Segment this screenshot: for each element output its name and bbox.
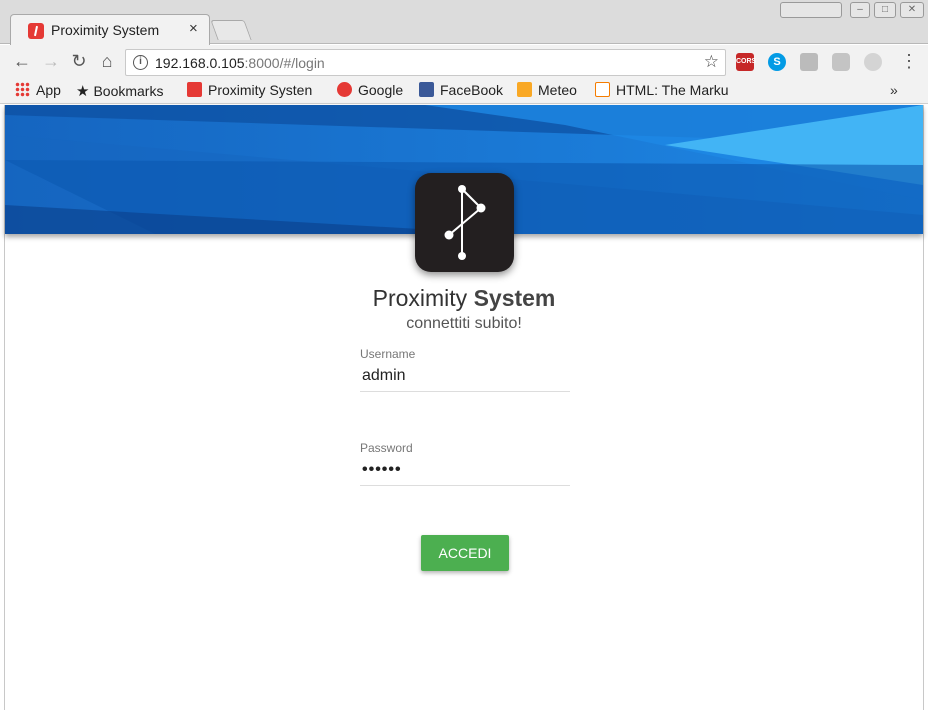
extension-circle-icon[interactable] bbox=[864, 53, 882, 71]
extension-icon[interactable] bbox=[800, 53, 818, 71]
cors-extension-icon[interactable]: CORS bbox=[736, 53, 756, 71]
user-profile-button[interactable] bbox=[780, 2, 842, 18]
back-arrow-icon[interactable]: ← bbox=[11, 51, 33, 72]
bookmarks-bar: App ★ Bookmarks Proximity Systen Google F… bbox=[0, 79, 928, 104]
bookmark-star-icon[interactable]: ☆ bbox=[704, 52, 719, 72]
maximize-button[interactable]: □ bbox=[874, 2, 896, 18]
login-submit-button[interactable]: ACCEDI bbox=[421, 535, 509, 571]
meteo-icon bbox=[517, 82, 532, 97]
app-title: Proximity System bbox=[372, 285, 556, 311]
url-text: 192.168.0.105:8000/#/login bbox=[155, 55, 325, 71]
password-field-group: Password •••••• bbox=[360, 441, 570, 486]
username-label: Username bbox=[360, 347, 416, 361]
proximity-favicon bbox=[187, 82, 202, 97]
bookmark-bookmarks[interactable]: ★ Bookmarks bbox=[76, 82, 163, 100]
password-label: Password bbox=[360, 441, 413, 455]
proximity-logo-icon bbox=[444, 185, 486, 260]
bookmark-proximity-system[interactable]: Proximity Systen bbox=[187, 82, 325, 98]
tab-title: Proximity System bbox=[51, 22, 160, 38]
proximity-favicon bbox=[28, 23, 44, 39]
minimize-button[interactable]: – bbox=[850, 2, 870, 18]
extension-shield-icon[interactable] bbox=[832, 53, 850, 71]
app-subtitle: connettiti subito! bbox=[406, 315, 522, 332]
login-page: Proximity System connettiti subito! User… bbox=[4, 105, 924, 710]
password-input[interactable]: •••••• bbox=[360, 461, 570, 486]
tab-proximity-system[interactable]: Proximity System × bbox=[10, 14, 210, 45]
browser-toolbar: ← → ↻ ⌂ i 192.168.0.105:8000/#/login ☆ C… bbox=[0, 45, 928, 79]
reload-icon[interactable]: ↻ bbox=[68, 51, 90, 72]
browser-menu-icon[interactable]: ⋮ bbox=[900, 51, 918, 72]
address-bar[interactable]: i 192.168.0.105:8000/#/login ☆ bbox=[125, 49, 726, 76]
more-bookmarks-icon[interactable]: » bbox=[890, 82, 898, 98]
bookmark-app[interactable]: App bbox=[15, 82, 61, 98]
site-info-icon[interactable]: i bbox=[133, 55, 148, 70]
tab-close-icon[interactable]: × bbox=[189, 20, 198, 37]
new-tab-button[interactable] bbox=[210, 20, 252, 40]
username-field-group: Username admin bbox=[360, 347, 570, 392]
bookmark-google[interactable]: Google bbox=[337, 82, 403, 98]
username-input[interactable]: admin bbox=[360, 367, 570, 392]
bookmark-meteo[interactable]: Meteo bbox=[517, 82, 577, 98]
star-icon: ★ bbox=[76, 83, 90, 100]
facebook-icon bbox=[419, 82, 434, 97]
app-logo bbox=[415, 173, 514, 272]
bookmark-html[interactable]: HTML: The Marku bbox=[595, 82, 735, 98]
bookmark-facebook[interactable]: FaceBook bbox=[419, 82, 503, 98]
skype-icon[interactable]: S bbox=[768, 53, 786, 71]
browser-titlebar: Proximity System × – □ ✕ bbox=[0, 0, 928, 45]
w3schools-icon bbox=[595, 82, 610, 97]
close-window-button[interactable]: ✕ bbox=[900, 2, 924, 18]
home-icon[interactable]: ⌂ bbox=[96, 51, 118, 72]
forward-arrow-icon[interactable]: → bbox=[40, 51, 62, 72]
apps-grid-icon bbox=[15, 82, 30, 97]
google-icon bbox=[337, 82, 352, 97]
